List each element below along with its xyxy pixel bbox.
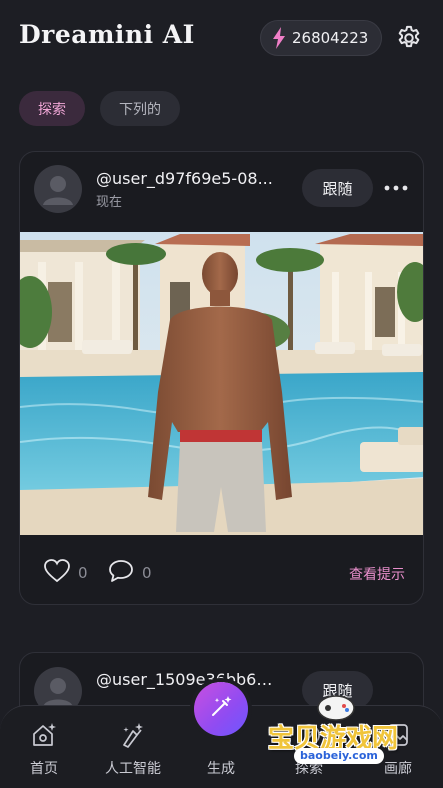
comment-button[interactable]: 0 [108, 559, 152, 587]
app-title: Dreamini AI [19, 20, 195, 49]
more-options-icon[interactable] [382, 176, 410, 200]
comment-count: 0 [142, 564, 152, 582]
credits-badge[interactable]: 26804223 [260, 20, 382, 56]
settings-gear-icon[interactable] [395, 24, 423, 52]
post-username[interactable]: @user_d97f69e5-08... [96, 169, 296, 188]
tab-following[interactable]: 下列的 [100, 91, 180, 126]
generate-fab-button[interactable] [194, 682, 248, 736]
like-count: 0 [78, 564, 88, 582]
nav-item-ai[interactable]: 人工智能 [93, 720, 173, 780]
nav-item-home[interactable]: 首页 [4, 720, 84, 780]
watermark-url: baobeiy.com [294, 748, 384, 764]
heart-icon [44, 559, 70, 587]
post-card: @user_d97f69e5-08... 现在 跟随 0 0 查看提示 [19, 151, 424, 605]
nav-label: 生成 [207, 761, 235, 777]
home-sparkle-icon [29, 720, 59, 750]
avatar[interactable] [34, 165, 82, 213]
app-header: Dreamini AI 26804223 [0, 0, 443, 76]
ai-sparkle-icon [118, 720, 148, 750]
post-username[interactable]: @user_1509e36bb6e... [96, 670, 276, 689]
follow-button[interactable]: 跟随 [302, 169, 373, 207]
like-button[interactable]: 0 [44, 559, 88, 587]
nav-label: 人工智能 [105, 761, 161, 777]
magic-wand-icon [208, 694, 234, 724]
credits-count: 26804223 [292, 29, 369, 47]
lightning-icon [269, 26, 289, 50]
post-time: 现在 [96, 195, 123, 210]
comment-bubble-icon [108, 559, 134, 587]
watermark: 宝贝游戏网 baobeiy.com [262, 690, 422, 770]
view-prompt-link[interactable]: 查看提示 [349, 564, 405, 584]
nav-label: 首页 [30, 761, 58, 777]
tab-explore[interactable]: 探索 [19, 91, 85, 126]
post-image[interactable] [20, 232, 423, 535]
